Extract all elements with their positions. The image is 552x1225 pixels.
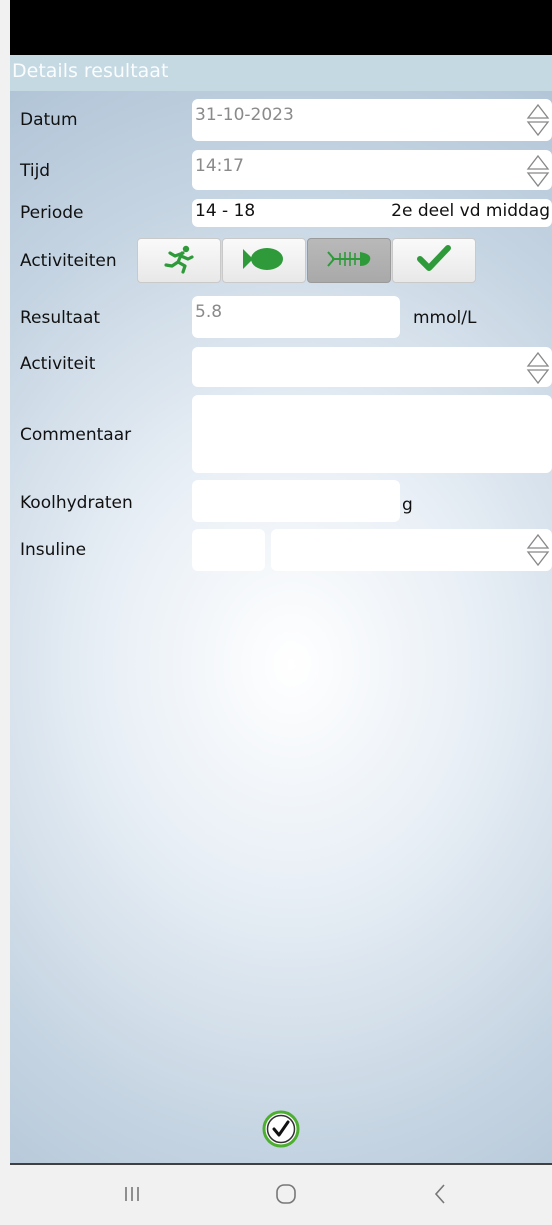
insuline-amount-input[interactable] bbox=[192, 529, 265, 571]
koolhydraten-label: Koolhydraten bbox=[20, 493, 133, 513]
status-bar bbox=[10, 0, 552, 55]
tijd-field[interactable]: 14:17 bbox=[192, 150, 552, 190]
datum-field[interactable]: 31-10-2023 bbox=[192, 99, 552, 141]
running-icon bbox=[161, 244, 197, 278]
phone-frame: Details resultaat Datum 31-10-2023 Tijd … bbox=[0, 0, 552, 1225]
fish-icon bbox=[239, 244, 289, 278]
recent-apps-button[interactable] bbox=[112, 1183, 152, 1209]
resultaat-value: 5.8 bbox=[195, 302, 223, 322]
resultaat-label: Resultaat bbox=[20, 308, 101, 328]
check-circle-icon bbox=[261, 1110, 301, 1153]
title-bar: Details resultaat bbox=[10, 55, 552, 91]
activiteit-spinner-icon[interactable] bbox=[526, 351, 550, 385]
commentaar-label: Commentaar bbox=[20, 425, 132, 445]
recent-apps-icon bbox=[122, 1184, 142, 1208]
resultaat-unit: mmol/L bbox=[413, 308, 477, 328]
confirm-button[interactable] bbox=[261, 1109, 301, 1149]
activity-running-button[interactable] bbox=[137, 238, 221, 283]
commentaar-textarea[interactable] bbox=[192, 395, 552, 473]
koolhydraten-unit: g bbox=[402, 495, 413, 515]
tijd-label: Tijd bbox=[20, 161, 51, 181]
insuline-spinner-icon[interactable] bbox=[526, 533, 550, 567]
page-title: Details resultaat bbox=[12, 60, 169, 82]
resultaat-input[interactable]: 5.8 bbox=[192, 296, 400, 338]
app-screen: Details resultaat Datum 31-10-2023 Tijd … bbox=[10, 55, 552, 1165]
back-button[interactable] bbox=[420, 1183, 460, 1209]
activity-check-button[interactable] bbox=[392, 238, 476, 283]
fish-bone-icon bbox=[324, 244, 374, 278]
datum-spinner-icon[interactable] bbox=[526, 103, 550, 137]
periode-field: 14 - 18 2e deel vd middag bbox=[192, 199, 552, 227]
home-button[interactable] bbox=[266, 1183, 306, 1209]
periode-description: 2e deel vd middag bbox=[391, 201, 550, 221]
insuline-type-select[interactable] bbox=[271, 529, 552, 571]
activiteit-select[interactable] bbox=[192, 347, 552, 387]
left-bezel bbox=[0, 0, 10, 1165]
koolhydraten-input[interactable] bbox=[192, 480, 400, 522]
home-icon bbox=[274, 1182, 298, 1210]
periode-label: Periode bbox=[20, 203, 84, 223]
tijd-value: 14:17 bbox=[195, 156, 244, 176]
insuline-label: Insuline bbox=[20, 540, 87, 560]
datum-label: Datum bbox=[20, 110, 78, 130]
activity-fish-button[interactable] bbox=[222, 238, 306, 283]
tijd-spinner-icon[interactable] bbox=[526, 154, 550, 188]
activiteiten-label: Activiteiten bbox=[20, 251, 117, 271]
back-icon bbox=[432, 1183, 448, 1209]
periode-range: 14 - 18 bbox=[195, 201, 256, 221]
activity-fish-bone-button[interactable] bbox=[307, 238, 391, 283]
system-nav-bar bbox=[0, 1165, 552, 1225]
activiteit-label: Activiteit bbox=[20, 354, 96, 374]
datum-value: 31-10-2023 bbox=[195, 105, 294, 125]
checkmark-icon bbox=[414, 244, 454, 278]
